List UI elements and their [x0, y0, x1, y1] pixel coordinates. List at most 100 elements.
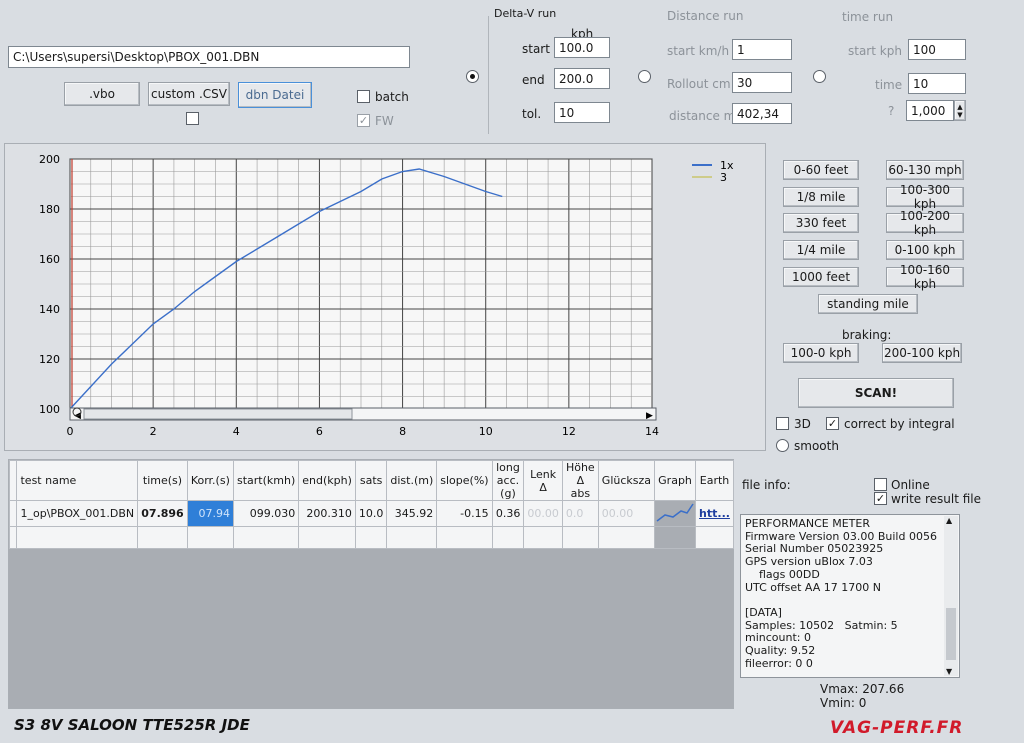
time-start-input[interactable]: 100 [908, 39, 966, 60]
cell-earth-link[interactable]: htt... [695, 500, 734, 527]
y-tick-label: 180 [39, 203, 60, 216]
time-spin-input[interactable]: 1,000 [906, 100, 954, 121]
fw-checkbox[interactable]: ✓ [357, 114, 370, 127]
delta-v-tol-input[interactable]: 10 [554, 102, 610, 123]
write-result-label: write result file [891, 492, 982, 506]
scan-button[interactable]: SCAN! [798, 378, 954, 408]
cell-start: 099.030 [232, 500, 300, 527]
col-korr: Korr.(s) [186, 460, 234, 501]
vbo-button[interactable]: .vbo [64, 82, 140, 106]
col-earth: Earth [695, 460, 734, 501]
preset-0-100-kph[interactable]: 0-100 kph [886, 240, 964, 260]
file-info-line: flags 00DD [745, 567, 820, 581]
col-test-name: test name [16, 460, 139, 501]
preset-100-160-kph[interactable]: 100-160 kph [886, 263, 964, 291]
file-path-field[interactable]: C:\Users\supersi\Desktop\PBOX_001.DBN [8, 46, 410, 68]
time-q-label: ? [888, 104, 895, 118]
file-info-scrollbar[interactable]: ▲ ▼ [944, 516, 958, 676]
rollout-label: Rollout cm [667, 77, 731, 91]
y-tick-label: 140 [39, 303, 60, 316]
dbn-datei-button[interactable]: dbn Datei [238, 82, 312, 108]
preset-100-200-kph[interactable]: 100-200 kph [886, 209, 964, 237]
delta-v-radio[interactable] [466, 70, 479, 83]
cell-long-acc: 0.36 [491, 500, 525, 527]
distance-start-label: start km/h [667, 44, 730, 58]
time-start-label: start kph [848, 44, 902, 58]
vag-perf-watermark: VAG-PERF.FR [830, 718, 964, 738]
col-long-acc: long acc.(g) [491, 460, 525, 501]
distance-m-input[interactable]: 402,34 [732, 103, 792, 124]
preset-200-100-kph[interactable]: 200-100 kph [882, 343, 962, 363]
distance-run-radio[interactable] [638, 70, 651, 83]
rollout-input[interactable]: 30 [732, 72, 792, 93]
preset-60-130-mph[interactable]: 60-130 mph [886, 160, 964, 180]
col-dist: dist.(m) [386, 460, 438, 501]
batch-label: batch [375, 90, 409, 104]
y-tick-label: 200 [39, 153, 60, 166]
col-graph: Graph [654, 460, 697, 501]
table-row[interactable]: 1_op\PBOX_001.DBN 07.896 07.94 099.030 2… [8, 500, 734, 527]
delta-v-start-input[interactable]: 100.0 [554, 37, 610, 58]
preset-standing-mile[interactable]: standing mile [818, 294, 918, 314]
x-tick-label: 8 [399, 425, 406, 438]
online-checkbox[interactable] [874, 478, 887, 491]
online-label: Online [891, 478, 930, 492]
file-info-line: Quality: 9.52 [745, 644, 816, 658]
delta-v-title: Delta-V run [494, 7, 557, 20]
spin-arrows[interactable]: ▲ ▼ [954, 100, 966, 121]
file-info-scroll-thumb [946, 608, 956, 660]
custom-csv-checkbox[interactable] [186, 112, 199, 125]
cell-slope: -0.15 [436, 500, 493, 527]
smooth-radio[interactable] [776, 439, 789, 452]
x-tick-label: 12 [562, 425, 576, 438]
car-caption: S3 8V SALOON TTE525R JDE [14, 716, 250, 734]
y-tick-label: 100 [39, 403, 60, 416]
write-result-checkbox[interactable]: ✓ [874, 492, 887, 505]
y-tick-label: 120 [39, 353, 60, 366]
speed-chart: 0 2 4 6 8 10 12 14100120140160180200 1x 3 ◀ ▶ [39, 153, 734, 438]
file-info-line: PERFORMANCE METER [745, 517, 870, 530]
preset-100-0-kph[interactable]: 100-0 kph [783, 343, 859, 363]
delta-v-end-label: end [522, 73, 545, 87]
col-slope: slope(%) [436, 460, 493, 501]
x-tick-label: 14 [645, 425, 659, 438]
file-info-textbox[interactable]: PERFORMANCE METER Firmware Version 03.00 … [740, 514, 960, 678]
cell-test-name: 1_op\PBOX_001.DBN [16, 500, 139, 527]
time-run-radio[interactable] [813, 70, 826, 83]
col-lenk: Lenk Δ [523, 460, 563, 501]
col-sats: sats [354, 460, 388, 501]
file-info-line: GPS version uBlox 7.03 [745, 555, 873, 569]
cell-end: 200.310 [298, 500, 356, 527]
preset-1-4-mile[interactable]: 1/4 mile [783, 240, 859, 260]
time-label: time [875, 78, 903, 92]
chart-grid [69, 158, 653, 410]
preset-1-8-mile[interactable]: 1/8 mile [783, 187, 859, 207]
delta-v-end-input[interactable]: 200.0 [554, 68, 610, 89]
vmin-label: Vmin: 0 [820, 696, 867, 710]
chart-scrollbar-thumb [83, 408, 353, 420]
3d-checkbox[interactable] [776, 417, 789, 430]
distance-start-input[interactable]: 1 [732, 39, 792, 60]
file-info-lines: PERFORMANCE METER Firmware Version 03.00 … [741, 515, 959, 673]
legend-label-3: 3 [720, 171, 727, 184]
custom-csv-button[interactable]: custom .CSV [148, 82, 230, 106]
cell-sats: 10.0 [354, 500, 388, 527]
file-info-line: fileerror: 0 0 [745, 656, 813, 670]
file-info-line: [DATA] [745, 605, 782, 619]
file-info-label: file info: [742, 478, 791, 492]
file-info-line: UTC offset AA 17 1700 N [745, 580, 881, 594]
x-tick-label: 6 [316, 425, 323, 438]
preset-0-60-feet[interactable]: 0-60 feet [783, 160, 859, 180]
time-run-title: time run [842, 10, 894, 24]
col-hoehe: Höhe Δ abs [561, 460, 599, 501]
cell-dist: 345.92 [386, 500, 438, 527]
correct-by-integral-label: correct by integral [844, 417, 955, 431]
preset-1000-feet[interactable]: 1000 feet [783, 267, 859, 287]
preset-100-300-kph[interactable]: 100-300 kph [886, 183, 964, 211]
cell-lenk: 00.00 [523, 500, 563, 527]
correct-by-integral-checkbox[interactable]: ✓ [826, 417, 839, 430]
batch-checkbox[interactable] [357, 90, 370, 103]
preset-330-feet[interactable]: 330 feet [783, 213, 859, 233]
scroll-right-arrow: ▶ [646, 411, 653, 421]
time-input[interactable]: 10 [908, 73, 966, 94]
